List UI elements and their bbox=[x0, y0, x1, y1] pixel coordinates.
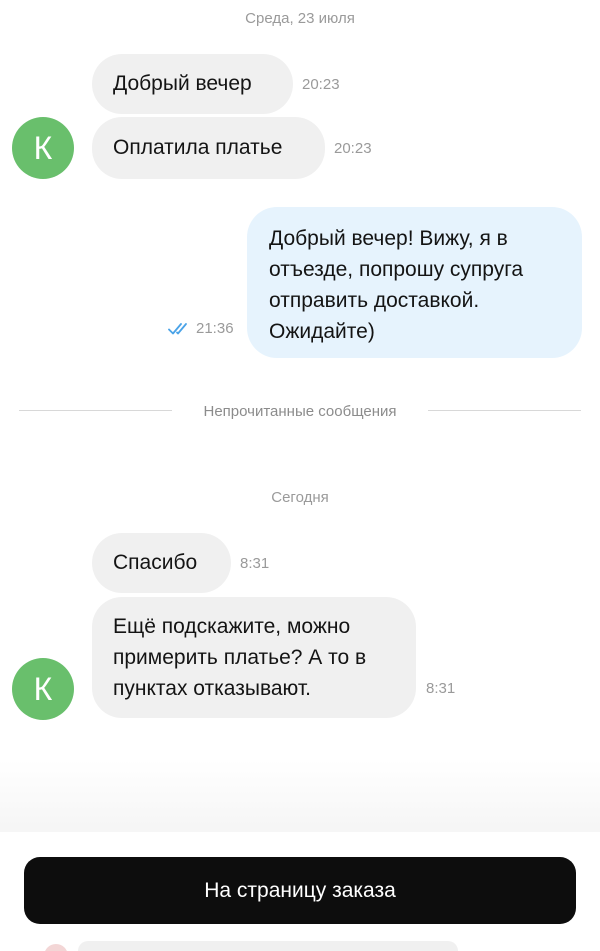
incoming-message[interactable]: Ещё подскажите, можно примерить платье? … bbox=[92, 597, 416, 718]
avatar[interactable]: К bbox=[12, 658, 74, 720]
message-line: пунктах отказывают. bbox=[113, 677, 311, 700]
message-time: 8:31 bbox=[240, 555, 270, 572]
message-line: Добрый вечер! Вижу, я в bbox=[269, 227, 508, 250]
date-separator: Среда, 23 июля bbox=[245, 10, 355, 27]
incoming-message[interactable]: Спасибо bbox=[92, 533, 231, 593]
message-line: Ещё подскажите, можно bbox=[113, 615, 351, 638]
order-page-button-label: На страницу заказа bbox=[204, 878, 396, 902]
unread-separator: Непрочитанные сообщения bbox=[203, 403, 397, 420]
message-text: Спасибо bbox=[113, 551, 198, 574]
message-time: 20:23 bbox=[302, 76, 340, 93]
message-input[interactable] bbox=[78, 941, 458, 951]
chat-screen: Среда, 23 июля Добрый вечер 20:23 Оплати… bbox=[0, 0, 600, 951]
message-text: Добрый вечер bbox=[113, 72, 252, 95]
message-line: отъезде, попрошу супруга bbox=[269, 258, 524, 281]
avatar-letter: К bbox=[33, 129, 53, 166]
message-text: Оплатила платье bbox=[113, 136, 283, 159]
message-status: 21:36 bbox=[168, 320, 234, 337]
incoming-message[interactable]: Оплатила платье bbox=[92, 117, 325, 179]
scroll-fade bbox=[0, 760, 600, 835]
incoming-message[interactable]: Добрый вечер bbox=[92, 54, 293, 114]
message-line: примерить платье? А то в bbox=[113, 646, 367, 669]
message-line: отправить доставкой. bbox=[269, 289, 480, 312]
message-time: 20:23 bbox=[334, 140, 372, 157]
message-time: 8:31 bbox=[426, 680, 456, 697]
avatar[interactable]: К bbox=[12, 117, 74, 179]
divider-line bbox=[428, 410, 581, 411]
outgoing-message[interactable]: Добрый вечер! Вижу, я в отъезде, попрошу… bbox=[247, 207, 582, 358]
date-separator: Сегодня bbox=[271, 489, 329, 506]
message-line: Ожидайте) bbox=[269, 320, 375, 343]
message-time: 21:36 bbox=[196, 320, 234, 337]
double-check-icon bbox=[168, 323, 187, 335]
avatar-letter: К bbox=[33, 670, 53, 707]
order-page-button[interactable]: На страницу заказа bbox=[24, 857, 576, 924]
